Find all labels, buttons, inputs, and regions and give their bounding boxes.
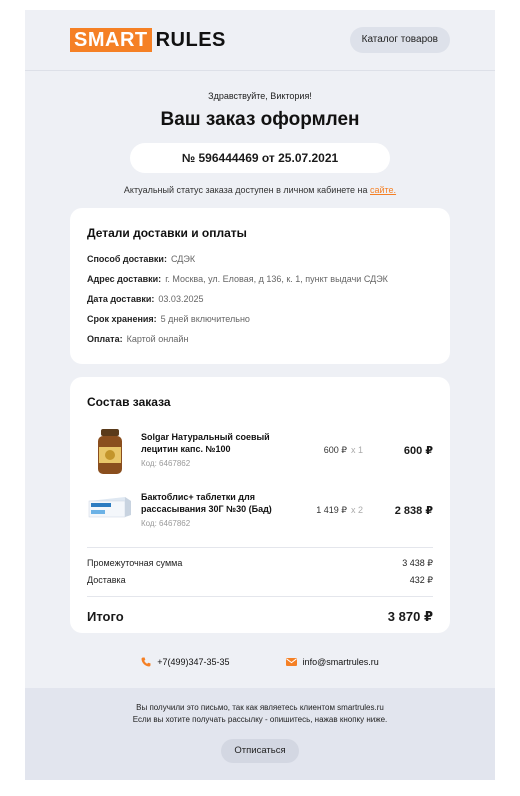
contacts: +7(499)347-35-35 info@smartrules.ru bbox=[25, 657, 495, 667]
footer: Вы получили это письмо, так как являетес… bbox=[25, 688, 495, 780]
delivery-heading: Детали доставки и оплаты bbox=[87, 226, 247, 240]
catalog-button[interactable]: Каталог товаров bbox=[349, 27, 450, 53]
mail-icon bbox=[285, 658, 297, 666]
medicine-box-image bbox=[87, 487, 133, 533]
item-price: 1 419 ₽ bbox=[316, 504, 347, 515]
delivery-label: Срок хранения: bbox=[87, 314, 157, 324]
phone-number: +7(499)347-35-35 bbox=[157, 657, 230, 667]
order-card: Состав заказа Solgar Натуральный соевый … bbox=[70, 377, 450, 633]
delivery-label: Адрес доставки: bbox=[87, 274, 162, 284]
email-address: info@smartrules.ru bbox=[302, 657, 379, 667]
site-link[interactable]: сайте. bbox=[370, 185, 396, 195]
delivery-value: 5 дней включительно bbox=[160, 314, 250, 324]
delivery-row: Способ доставки: СДЭК bbox=[87, 254, 433, 264]
divider bbox=[87, 596, 433, 597]
item-name: Solgar Натуральный соевый лецитин капс. … bbox=[141, 432, 270, 454]
delivery-label: Оплата: bbox=[87, 334, 123, 344]
order-heading: Состав заказа bbox=[87, 395, 171, 409]
item-code: Код: 6467862 bbox=[141, 518, 191, 528]
delivery-cost-row: Доставка 432 ₽ bbox=[87, 575, 433, 586]
item-qty: x 1 bbox=[350, 444, 363, 455]
item-unit-price: 1 419 ₽ x 2 bbox=[293, 505, 363, 516]
header: SMART RULES Каталог товаров bbox=[25, 10, 495, 71]
item-unit-price: 600 ₽ x 1 bbox=[293, 445, 363, 456]
logo[interactable]: SMART RULES bbox=[70, 28, 226, 52]
delivery-cost-label: Доставка bbox=[87, 575, 126, 585]
delivery-row: Срок хранения: 5 дней включительно bbox=[87, 314, 433, 324]
delivery-value: СДЭК bbox=[170, 254, 196, 264]
footer-line: Если вы хотите получать рассылку - опиши… bbox=[132, 714, 388, 724]
delivery-row: Оплата: Картой онлайн bbox=[87, 334, 433, 344]
delivery-value: Картой онлайн bbox=[126, 334, 189, 344]
total-row: Итого 3 870 ₽ bbox=[87, 609, 433, 625]
delivery-value: 03.03.2025 bbox=[158, 294, 204, 304]
greeting: Здравствуйте, Виктория! bbox=[208, 91, 312, 101]
status-note: Актуальный статус заказа доступен в личн… bbox=[25, 185, 495, 195]
footer-line: Вы получили это письмо, так как являетес… bbox=[136, 703, 384, 712]
delivery-card: Детали доставки и оплаты Способ доставки… bbox=[70, 208, 450, 364]
item-name: Бактоблис+ таблетки для рассасывания 30Г… bbox=[141, 492, 272, 514]
item-qty: x 2 bbox=[350, 504, 363, 515]
unsubscribe-button[interactable]: Отписаться bbox=[221, 739, 299, 764]
supplement-jar-image bbox=[87, 427, 133, 474]
phone-icon bbox=[141, 657, 151, 667]
item-sum: 2 838 ₽ bbox=[394, 504, 433, 517]
divider bbox=[87, 547, 433, 548]
email-contact[interactable]: info@smartrules.ru bbox=[285, 657, 379, 667]
list-item[interactable]: Бактоблис+ таблетки для рассасывания 30Г… bbox=[87, 483, 433, 537]
delivery-value: г. Москва, ул. Еловая, д 136, к. 1, пунк… bbox=[165, 274, 388, 284]
email-container: SMART RULES Каталог товаров Здравствуйте… bbox=[25, 10, 495, 780]
delivery-cost-value: 432 ₽ bbox=[409, 575, 433, 585]
subtotal-value: 3 438 ₽ bbox=[402, 558, 433, 568]
list-item[interactable]: Solgar Натуральный соевый лецитин капс. … bbox=[87, 423, 433, 477]
subtotal-label: Промежуточная сумма bbox=[87, 558, 183, 568]
status-note-text: Актуальный статус заказа доступен в личн… bbox=[123, 185, 370, 195]
order-number: № 596444469 от 25.07.2021 bbox=[130, 143, 390, 173]
total-label: Итого bbox=[87, 609, 124, 624]
logo-rules: RULES bbox=[155, 29, 226, 51]
page-title: Ваш заказ оформлен bbox=[160, 109, 360, 130]
delivery-row: Дата доставки: 03.03.2025 bbox=[87, 294, 433, 304]
phone-contact[interactable]: +7(499)347-35-35 bbox=[141, 657, 230, 667]
total-value: 3 870 ₽ bbox=[387, 609, 433, 624]
item-code: Код: 6467862 bbox=[141, 458, 191, 468]
subtotal-row: Промежуточная сумма 3 438 ₽ bbox=[87, 558, 433, 569]
item-price: 600 ₽ bbox=[323, 444, 347, 455]
delivery-label: Способ доставки: bbox=[87, 254, 167, 264]
delivery-label: Дата доставки: bbox=[87, 294, 155, 304]
item-sum: 600 ₽ bbox=[403, 444, 433, 457]
logo-smart: SMART bbox=[70, 28, 152, 52]
delivery-row: Адрес доставки: г. Москва, ул. Еловая, д … bbox=[87, 274, 433, 284]
